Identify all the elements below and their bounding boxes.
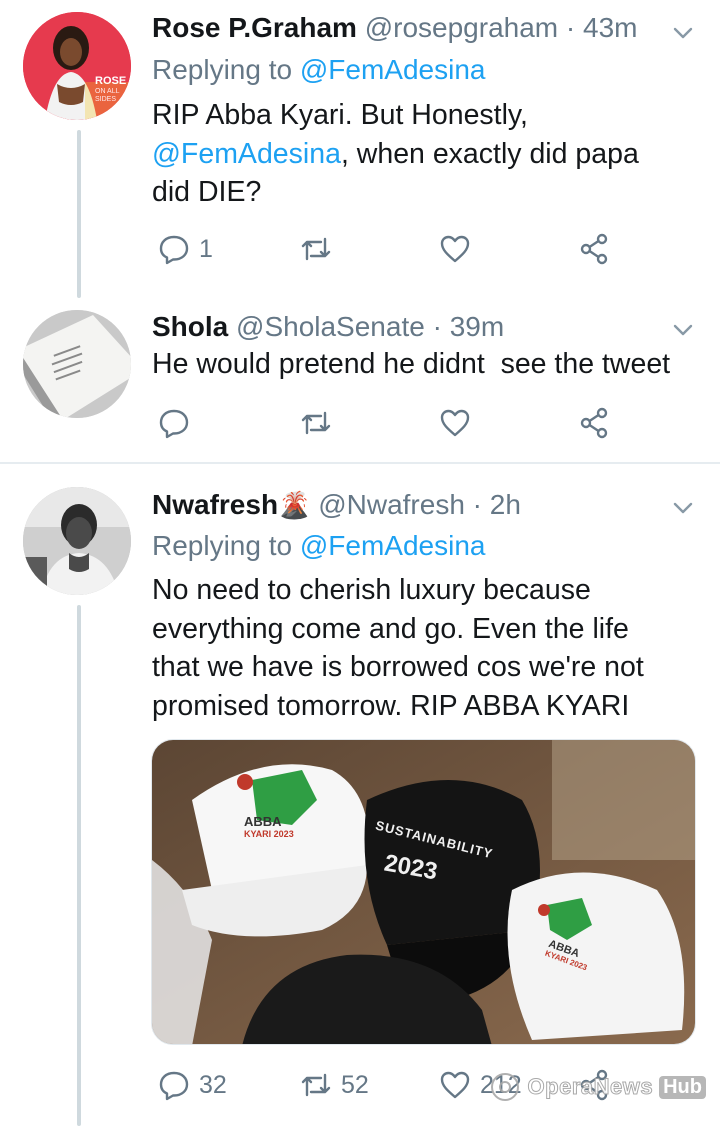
tweet-text-line: that we have is borrowed cos we're not <box>152 651 644 684</box>
tweet-text: No need to cherish luxury because everyt… <box>152 571 712 725</box>
tweet-mention[interactable]: @FemAdesina <box>152 138 341 170</box>
display-name[interactable]: Shola <box>152 311 228 342</box>
cap-label: ABBA <box>244 814 282 829</box>
tweet-shola[interactable]: Shola @SholaSenate · 39m He would preten… <box>0 300 720 462</box>
tweet-text: RIP Abba Kyari. But Honestly, @FemAdesin… <box>152 96 712 212</box>
watermark-logo-icon <box>490 1073 519 1101</box>
reply-count: 32 <box>199 1070 227 1099</box>
user-handle[interactable]: @rosepgraham <box>365 12 558 43</box>
replying-mention[interactable]: @FemAdesina <box>300 54 486 85</box>
retweet-icon <box>301 1073 331 1097</box>
timestamp[interactable]: 39m <box>450 311 504 342</box>
thread-line <box>77 130 81 298</box>
user-handle[interactable]: @Nwafresh <box>318 489 465 520</box>
tweet-header: Rose P.Graham @rosepgraham · 43m <box>152 10 637 46</box>
avatar[interactable]: ROSE ON ALL SIDES <box>23 12 131 120</box>
tweet-text: He would pretend he didnt see the tweet <box>152 348 671 380</box>
reply-count: 1 <box>199 234 213 263</box>
watermark-hub: Hub <box>659 1075 706 1099</box>
reply-button[interactable]: 1 <box>157 229 213 269</box>
tweet-header: Nwafresh🌋 @Nwafresh · 2h <box>152 487 521 523</box>
tweet-divider <box>0 462 720 464</box>
separator-dot: · <box>472 489 482 520</box>
tweet-text-line: everything come and go. Even the life <box>152 612 629 645</box>
tweet-text-part3: did DIE? <box>152 176 262 209</box>
share-icon <box>580 407 608 439</box>
user-handle[interactable]: @SholaSenate <box>236 311 425 342</box>
tweet-media-image[interactable]: ABBA KYARI 2023 SUSTAINABILITY 2023 ABBA… <box>151 739 696 1045</box>
tweet-rose[interactable]: ROSE ON ALL SIDES Rose P.Graham @rosepgr… <box>0 0 720 300</box>
share-button[interactable] <box>578 229 612 269</box>
chevron-down-icon[interactable] <box>672 22 694 44</box>
avatar-subtext: ON ALL SIDES <box>95 88 120 103</box>
like-icon <box>440 1071 470 1099</box>
tweet-header: Shola @SholaSenate · 39m <box>152 309 504 345</box>
like-icon <box>440 409 470 437</box>
watermark-brand: OperaNews <box>527 1074 654 1100</box>
separator-dot: · <box>565 12 576 43</box>
separator-dot: · <box>432 311 442 342</box>
avatar[interactable] <box>23 487 131 595</box>
timestamp[interactable]: 43m <box>583 12 637 43</box>
cap-sublabel: KYARI 2023 <box>244 829 294 839</box>
retweet-icon <box>301 411 331 435</box>
timestamp[interactable]: 2h <box>490 489 521 520</box>
action-bar: 1 <box>152 229 622 269</box>
replying-label: Replying to <box>152 54 293 85</box>
share-button[interactable] <box>578 403 612 443</box>
tweet-text-part2: , when exactly did papa <box>340 137 639 170</box>
display-name[interactable]: Rose P.Graham <box>152 12 357 43</box>
like-icon <box>440 235 470 263</box>
chevron-down-icon[interactable] <box>672 319 694 341</box>
tweet-text-line: No need to cherish luxury because <box>152 574 591 606</box>
replying-to: Replying to @FemAdesina <box>152 52 485 88</box>
thread-line <box>77 605 81 1126</box>
retweet-button[interactable] <box>299 403 341 443</box>
replying-label: Replying to <box>152 530 293 561</box>
avatar-text: ROSE <box>95 75 127 87</box>
tweet-text-part1: RIP Abba Kyari. But Honestly, <box>152 99 528 131</box>
chevron-down-icon[interactable] <box>672 497 694 519</box>
reply-icon <box>159 409 189 439</box>
retweet-button[interactable] <box>299 229 341 269</box>
reply-icon <box>159 1071 189 1101</box>
display-name[interactable]: Nwafresh <box>152 489 278 520</box>
retweet-count: 52 <box>341 1070 369 1099</box>
reply-button[interactable] <box>157 403 199 443</box>
watermark: OperaNews Hub <box>488 1068 706 1106</box>
reply-button[interactable]: 32 <box>157 1065 227 1105</box>
tweet-text-line: promised tomorrow. RIP ABBA KYARI <box>152 689 630 722</box>
volcano-emoji: 🌋 <box>278 490 311 520</box>
action-bar <box>152 403 622 443</box>
share-icon <box>580 233 608 265</box>
replying-to: Replying to @FemAdesina <box>152 528 485 564</box>
retweet-icon <box>301 237 331 261</box>
like-button[interactable] <box>438 229 480 269</box>
replying-mention[interactable]: @FemAdesina <box>300 530 486 561</box>
avatar[interactable] <box>23 310 131 418</box>
retweet-button[interactable]: 52 <box>299 1065 369 1105</box>
reply-icon <box>159 235 189 265</box>
like-button[interactable] <box>438 403 480 443</box>
